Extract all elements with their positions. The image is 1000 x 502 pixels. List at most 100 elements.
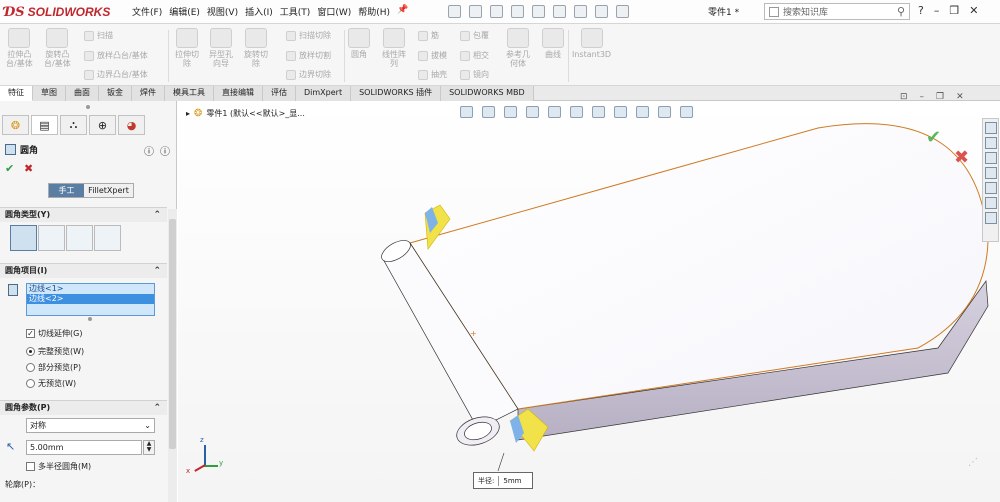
tab-addins[interactable]: SOLIDWORKS 插件 <box>351 86 442 101</box>
section-view-icon[interactable] <box>526 106 539 118</box>
file-properties-icon[interactable] <box>595 5 608 18</box>
new-document-icon[interactable] <box>448 5 461 18</box>
full-preview-radio[interactable]: 完整预览(W) <box>26 346 84 357</box>
menu-help[interactable]: 帮助(H) <box>358 5 390 18</box>
manual-tab[interactable]: 手工 <box>49 184 84 197</box>
viewport-minimize-icon[interactable]: – <box>920 92 925 102</box>
scrollbar-thumb[interactable] <box>169 219 176 449</box>
partial-preview-radio[interactable]: 部分预览(P) <box>26 362 81 373</box>
instant3d-button[interactable]: Instant3D <box>572 28 611 59</box>
view-orientation-icon[interactable] <box>570 106 583 118</box>
checkbox-checked-icon[interactable]: ✓ <box>26 329 35 338</box>
tab-dimxpert[interactable]: DimXpert <box>296 86 352 101</box>
minimize-icon[interactable]: – <box>934 4 940 17</box>
view-palette-icon[interactable] <box>984 167 997 179</box>
radius-stepper[interactable]: ▲ ▼ <box>143 440 155 455</box>
search-scope-icon[interactable] <box>769 6 779 17</box>
collapse-chevron-icon[interactable]: ⌃ <box>153 264 161 278</box>
rib-button[interactable]: 筋 <box>418 30 439 41</box>
fillet-type-section[interactable]: 圆角类型(Y) ⌃ <box>0 207 167 222</box>
constant-size-fillet-icon[interactable] <box>10 225 37 251</box>
revolve-cut-button[interactable]: 旋转切 除 <box>244 28 268 68</box>
menu-window[interactable]: 窗口(W) <box>317 5 351 18</box>
collapse-chevron-icon[interactable]: ⌃ <box>153 401 161 415</box>
select-icon[interactable] <box>553 5 566 18</box>
feature-manager-tab-icon[interactable]: ❂ <box>2 115 29 135</box>
help-button[interactable]: ? <box>918 4 924 17</box>
dimxpert-manager-tab-icon[interactable]: ⊕ <box>89 115 116 135</box>
cancel-x-icon[interactable]: ✖ <box>24 162 33 175</box>
tab-mold-tools[interactable]: 模具工具 <box>165 86 214 101</box>
restore-icon[interactable]: ❐ <box>949 4 959 17</box>
home-icon[interactable] <box>984 122 997 134</box>
callout-radius-value[interactable]: 5mm <box>499 477 521 485</box>
radius-callout[interactable]: 半径: 5mm <box>473 472 533 489</box>
fillet-button[interactable]: 圆角 <box>348 28 370 59</box>
tab-sketch[interactable]: 草图 <box>33 86 66 101</box>
undo-icon[interactable] <box>532 5 545 18</box>
display-style-icon[interactable] <box>592 106 605 118</box>
custom-properties-icon[interactable] <box>984 197 997 209</box>
tab-weldments[interactable]: 焊件 <box>132 86 165 101</box>
tab-evaluate[interactable]: 评估 <box>263 86 296 101</box>
revolve-boss-button[interactable]: 旋转凸 台/基体 <box>44 28 71 68</box>
checkbox-icon[interactable] <box>26 462 35 471</box>
edit-appearance-icon[interactable] <box>636 106 649 118</box>
list-item[interactable]: 边线<1> <box>27 284 154 294</box>
ok-check-icon[interactable]: ✔ <box>5 162 14 175</box>
boundary-boss-button[interactable]: 边界凸台/基体 <box>84 69 148 80</box>
property-manager-tab-icon[interactable]: ▤ <box>31 115 58 135</box>
shell-button[interactable]: 抽壳 <box>418 69 447 80</box>
variable-size-fillet-icon[interactable] <box>38 225 65 251</box>
radio-icon[interactable] <box>26 379 35 388</box>
part-model[interactable]: + <box>178 101 1000 502</box>
extrude-cut-button[interactable]: 拉伸切 除 <box>175 28 199 68</box>
view-settings-icon[interactable] <box>680 106 693 118</box>
hide-show-items-icon[interactable] <box>614 106 627 118</box>
apply-scene-icon[interactable] <box>658 106 671 118</box>
previous-view-icon[interactable] <box>504 106 517 118</box>
menu-edit[interactable]: 编辑(E) <box>169 5 200 18</box>
collapse-chevron-icon[interactable]: ⌃ <box>153 208 161 222</box>
tab-sheet-metal[interactable]: 钣金 <box>99 86 132 101</box>
search-icon[interactable]: ⚲ <box>897 5 905 18</box>
tab-features[interactable]: 特征 <box>0 86 33 101</box>
fillet-method-select[interactable]: 对称 ⌄ <box>26 418 155 433</box>
linear-pattern-button[interactable]: 线性阵 列 <box>382 28 406 68</box>
viewport-maximize-icon[interactable]: ❐ <box>936 92 944 102</box>
intersect-button[interactable]: 相交 <box>460 50 489 61</box>
options-gear-icon[interactable] <box>616 5 629 18</box>
radio-icon[interactable] <box>26 363 35 372</box>
radio-selected-icon[interactable] <box>26 347 35 356</box>
list-item[interactable]: 边线<2> <box>27 294 154 304</box>
zoom-to-area-icon[interactable] <box>482 106 495 118</box>
face-fillet-icon[interactable] <box>66 225 93 251</box>
draft-button[interactable]: 拔模 <box>418 50 447 61</box>
zoom-to-fit-icon[interactable] <box>460 106 473 118</box>
fillet-items-section[interactable]: 圆角项目(I) ⌃ <box>0 263 167 278</box>
no-preview-radio[interactable]: 无预览(W) <box>26 378 76 389</box>
extrude-boss-button[interactable]: 拉伸凸 台/基体 <box>6 28 33 68</box>
cancel-x-icon[interactable]: ✖ <box>954 147 969 168</box>
panel-scrollbar[interactable] <box>168 209 177 502</box>
help-icon[interactable]: ⓘ <box>144 143 154 158</box>
radius-input[interactable]: 5.00mm <box>26 440 142 455</box>
edge-selection-list[interactable]: 边线<1> 边线<2> <box>26 283 155 316</box>
configuration-manager-tab-icon[interactable]: ⛬ <box>60 115 87 135</box>
loft-cut-button[interactable]: 放样切割 <box>286 50 331 61</box>
design-library-icon[interactable] <box>984 137 997 149</box>
panel-splitter-handle[interactable] <box>86 105 90 109</box>
multi-radius-checkbox[interactable]: 多半径圆角(M) <box>26 461 91 472</box>
close-icon[interactable]: ✕ <box>969 4 978 17</box>
rebuild-icon[interactable] <box>574 5 587 18</box>
filletxpert-tab[interactable]: FilletXpert <box>84 184 133 197</box>
solidworks-logo[interactable]: ƊS SOLIDWORKS <box>4 4 110 20</box>
open-icon[interactable] <box>469 5 482 18</box>
tab-direct-editing[interactable]: 直接编辑 <box>214 86 263 101</box>
viewport-restore-icon[interactable]: ⊡ <box>900 92 908 102</box>
fillet-parameters-section[interactable]: 圆角参数(P) ⌃ <box>0 400 167 415</box>
appearances-icon[interactable] <box>984 182 997 194</box>
confirm-check-icon[interactable]: ✔ <box>926 127 941 148</box>
knowledge-search-input[interactable]: 搜索知识库 ⚲ <box>764 3 910 20</box>
save-icon[interactable] <box>490 5 503 18</box>
